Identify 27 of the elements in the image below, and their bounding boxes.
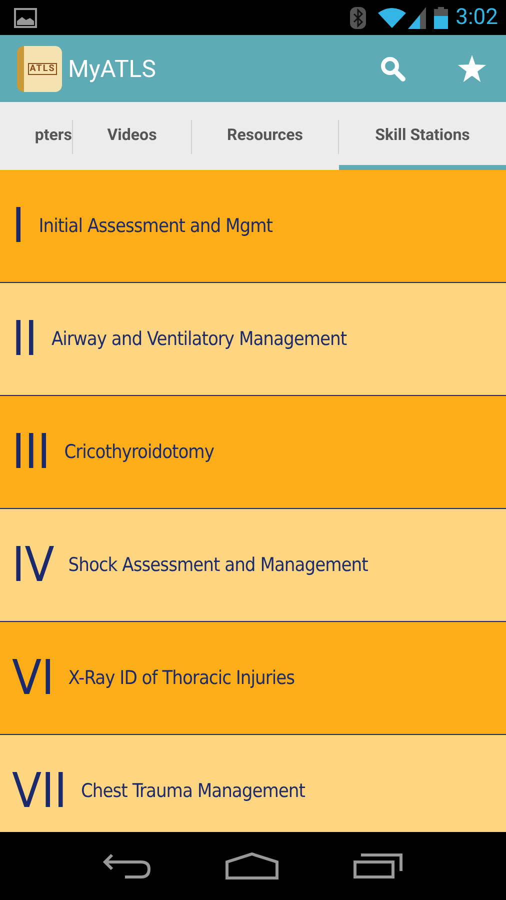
app-title: MyATLS — [68, 54, 156, 82]
roman-numeral: VII — [12, 767, 67, 815]
tab[interactable]: Resources — [192, 102, 338, 170]
battery-icon — [434, 6, 448, 28]
home-icon[interactable] — [225, 852, 279, 880]
app-logo: ATLS — [17, 46, 62, 92]
tab[interactable]: Videos — [73, 102, 191, 170]
roman-numeral: III — [12, 428, 50, 476]
station-title: Airway and Ventilatory Management — [51, 328, 347, 350]
roman-numeral: IV — [12, 541, 54, 589]
star-icon[interactable] — [458, 55, 486, 82]
station-title: Shock Assessment and Management — [68, 554, 368, 576]
roman-numeral: I — [12, 202, 25, 250]
image-icon — [14, 8, 37, 28]
back-icon[interactable] — [103, 853, 151, 879]
tab[interactable]: pters — [0, 102, 72, 170]
station-title: Cricothyroidotomy — [64, 441, 214, 463]
station-title: Chest Trauma Management — [80, 780, 305, 802]
signal-icon — [408, 6, 426, 28]
recent-apps-icon[interactable] — [353, 853, 403, 879]
station-title: Initial Assessment and Mgmt — [38, 215, 272, 237]
status-time: 3:02 — [456, 5, 498, 30]
search-icon[interactable] — [380, 56, 406, 82]
roman-numeral: VI — [12, 654, 54, 702]
roman-numeral: II — [12, 315, 38, 363]
bluetooth-icon — [350, 6, 366, 28]
station-title: X-Ray ID of Thoracic Injuries — [68, 667, 295, 689]
